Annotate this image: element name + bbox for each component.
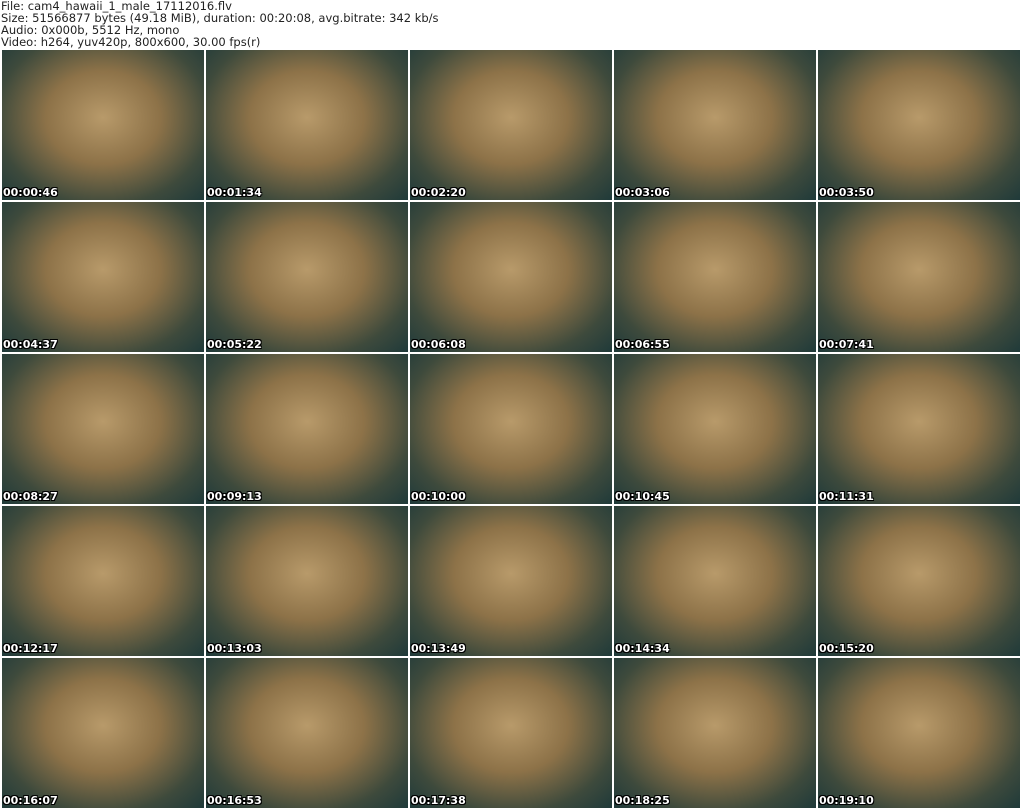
video-thumbnail: 00:13:03 [206, 506, 408, 656]
video-thumbnail: 00:15:20 [818, 506, 1020, 656]
video-thumbnail: 00:03:06 [614, 50, 816, 200]
thumbnail-timestamp: 00:12:17 [3, 642, 58, 655]
thumbnail-timestamp: 00:00:46 [3, 186, 58, 199]
video-thumbnail: 00:03:50 [818, 50, 1020, 200]
thumbnail-timestamp: 00:10:45 [615, 490, 670, 503]
thumbnail-timestamp: 00:13:49 [411, 642, 466, 655]
video-thumbnail: 00:06:08 [410, 202, 612, 352]
video-thumbnail: 00:10:45 [614, 354, 816, 504]
video-thumbnail: 00:04:37 [2, 202, 204, 352]
thumbnail-timestamp: 00:04:37 [3, 338, 58, 351]
video-thumbnail: 00:06:55 [614, 202, 816, 352]
thumbnail-timestamp: 00:03:06 [615, 186, 670, 199]
thumbnail-timestamp: 00:06:55 [615, 338, 670, 351]
video-thumbnail: 00:16:07 [2, 658, 204, 808]
video-thumbnail: 00:18:25 [614, 658, 816, 808]
thumbnail-timestamp: 00:02:20 [411, 186, 466, 199]
thumbnail-timestamp: 00:01:34 [207, 186, 262, 199]
video-thumbnail: 00:07:41 [818, 202, 1020, 352]
video-thumbnail: 00:14:34 [614, 506, 816, 656]
video-thumbnail: 00:17:38 [410, 658, 612, 808]
video-thumbnail: 00:02:20 [410, 50, 612, 200]
thumbnail-timestamp: 00:10:00 [411, 490, 466, 503]
thumbnail-timestamp: 00:06:08 [411, 338, 466, 351]
video-thumbnail: 00:13:49 [410, 506, 612, 656]
thumbnail-timestamp: 00:18:25 [615, 794, 670, 807]
thumbnail-timestamp: 00:05:22 [207, 338, 262, 351]
thumbnail-timestamp: 00:14:34 [615, 642, 670, 655]
video-thumbnail: 00:10:00 [410, 354, 612, 504]
thumbnail-timestamp: 00:16:07 [3, 794, 58, 807]
thumbnail-timestamp: 00:15:20 [819, 642, 874, 655]
thumbnail-timestamp: 00:19:10 [819, 794, 874, 807]
thumbnail-timestamp: 00:16:53 [207, 794, 262, 807]
thumbnail-timestamp: 00:17:38 [411, 794, 466, 807]
video-thumbnail: 00:11:31 [818, 354, 1020, 504]
thumbnail-grid: 00:00:46 00:01:34 00:02:20 00:03:06 00:03:50… [2, 50, 1020, 808]
video-thumbnail: 00:16:53 [206, 658, 408, 808]
thumbnail-timestamp: 00:07:41 [819, 338, 874, 351]
thumbnail-timestamp: 00:03:50 [819, 186, 874, 199]
video-thumbnail: 00:05:22 [206, 202, 408, 352]
video-thumbnail: 00:01:34 [206, 50, 408, 200]
file-info-header: File: cam4_hawaii_1_male_17112016.flv Si… [1, 0, 439, 48]
video-thumbnail: 00:09:13 [206, 354, 408, 504]
video-info: Video: h264, yuv420p, 800x600, 30.00 fps… [1, 35, 261, 49]
video-thumbnail: 00:12:17 [2, 506, 204, 656]
thumbnail-timestamp: 00:13:03 [207, 642, 262, 655]
video-thumbnail: 00:08:27 [2, 354, 204, 504]
video-thumbnail: 00:00:46 [2, 50, 204, 200]
video-thumbnail: 00:19:10 [818, 658, 1020, 808]
thumbnail-timestamp: 00:08:27 [3, 490, 58, 503]
thumbnail-timestamp: 00:11:31 [819, 490, 874, 503]
thumbnail-timestamp: 00:09:13 [207, 490, 262, 503]
